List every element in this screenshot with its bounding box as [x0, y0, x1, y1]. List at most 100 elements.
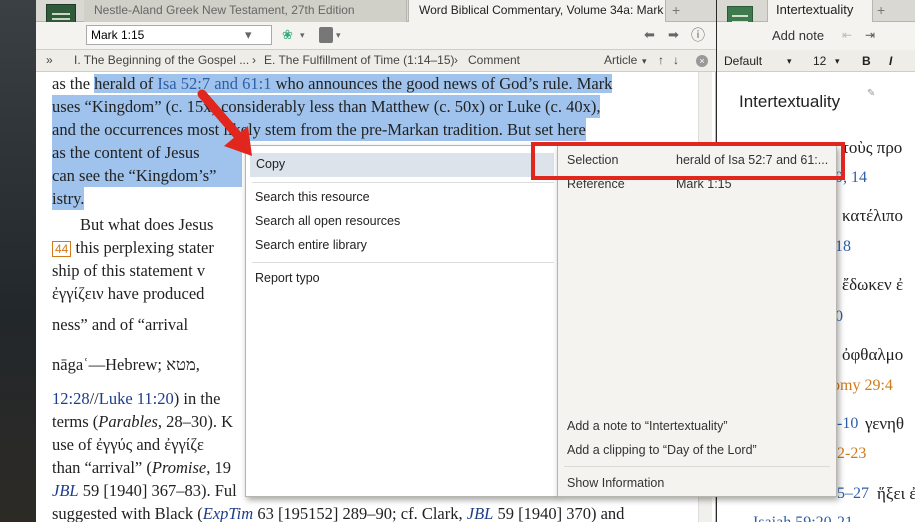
text-run: than “arrival” ( — [52, 458, 152, 477]
greek-text: ἥξει ἐ — [877, 484, 915, 503]
menu-item-report-typo[interactable]: Report typo — [255, 271, 320, 285]
indent-icon[interactable]: ⇥ — [865, 28, 875, 42]
bold-button[interactable]: B — [862, 54, 871, 68]
selected-text[interactable]: and the occurrences most likely stem fro… — [52, 118, 586, 141]
menu-item-search-resource[interactable]: Search this resource — [255, 190, 370, 204]
breadcrumb-item[interactable]: I. The Beginning of the Gospel ... — [74, 53, 249, 67]
journal-link[interactable]: JBL — [467, 504, 494, 522]
greek-text: τοὺς προ — [842, 138, 903, 157]
context-menu: Copy Search this resource Search all ope… — [245, 145, 558, 497]
new-tab-icon[interactable]: + — [877, 2, 885, 18]
callout-highlight-box — [531, 142, 845, 180]
add-note-item[interactable]: Add a note to “Intertextuality” — [567, 419, 728, 433]
add-note-button[interactable]: Add note — [772, 28, 824, 43]
italic-button[interactable]: I — [889, 54, 892, 68]
menu-divider — [252, 182, 554, 183]
visual-filters-icon[interactable]: ❀ — [282, 27, 293, 43]
text-run: 59 [1940] 370) and — [493, 504, 625, 522]
text-run: ) in the — [173, 389, 221, 408]
font-dropdown[interactable]: Default — [724, 54, 762, 68]
text-run: suggested with Black ( — [52, 504, 203, 522]
close-icon[interactable]: × — [696, 55, 708, 67]
page-marker[interactable]: 44 — [52, 241, 72, 257]
desktop-background — [0, 0, 36, 522]
breadcrumb-item[interactable]: E. The Fulfillment of Time (1:14–15) — [264, 53, 455, 67]
breadcrumb-expand-icon[interactable]: » — [46, 53, 53, 67]
add-clipping-item[interactable]: Add a clipping to “Day of the Lord” — [567, 443, 757, 457]
text-run: , 19 — [206, 458, 231, 477]
tab-intertextuality[interactable]: Intertextuality — [767, 0, 873, 22]
scripture-link[interactable]: 18 — [835, 238, 851, 256]
notes-toolbar: Add note ⇤ ⇥ — [717, 22, 915, 50]
view-dropdown-icon[interactable]: ▾ — [642, 56, 647, 67]
book-title: Promise — [151, 458, 207, 477]
scripture-link[interactable]: omy 29:4 — [832, 377, 893, 395]
scripture-link[interactable]: 12:28 — [52, 389, 90, 408]
menu-item-search-open[interactable]: Search all open resources — [255, 214, 400, 228]
paragraph-text: nāgaʿ—Hebrew; מטא, — [52, 355, 200, 374]
scripture-link[interactable]: 5–27 — [837, 485, 869, 503]
selected-text[interactable]: can see the “Kingdom’s” — [52, 164, 242, 187]
parallel-dropdown-icon[interactable]: ▾ — [336, 30, 341, 41]
menu-item-copy[interactable]: Copy — [250, 153, 554, 177]
selected-text[interactable]: istry. — [52, 187, 85, 210]
journal-link[interactable]: JBL — [52, 481, 79, 500]
text-run: as the — [52, 74, 95, 93]
back-arrow-icon[interactable]: ⬅ — [644, 27, 655, 43]
scripture-link[interactable]: Luke 11:20 — [99, 389, 174, 408]
greek-text: ἔδωκεν ἐ — [842, 275, 904, 294]
greek-text: κατέλιπο — [842, 206, 903, 225]
resource-toolbar: ▾ ❀ ▾ ▾ ⬅ ➡ ⓘ — [36, 22, 716, 50]
paragraph-text: ness” and of “arrival — [52, 315, 189, 334]
tab-nestle-aland[interactable]: Nestle-Aland Greek New Testament, 27th E… — [84, 0, 407, 22]
text-run: 59 [1940] 367–83). Ful — [78, 481, 237, 500]
paragraph-text: But what does Jesus — [80, 215, 214, 234]
callout-arrow-icon — [197, 89, 252, 156]
menu-divider — [252, 262, 554, 263]
text-run: , 28–30). K — [157, 412, 234, 431]
text-run: 63 [195152] 289–90; cf. Clark, — [253, 504, 467, 522]
format-bar: Default ▾ 12 ▾ B I — [717, 50, 915, 72]
paragraph-text: use of ἐγγύς and ἐγγίζε — [52, 435, 204, 454]
breadcrumb-item[interactable]: Comment — [468, 53, 520, 67]
text-run: terms ( — [52, 412, 99, 431]
breadcrumb-separator-icon: › — [252, 53, 256, 67]
journal-link[interactable]: ExpTim — [203, 504, 253, 522]
text-run: this perplexing stater — [71, 238, 214, 257]
menu-item-search-library[interactable]: Search entire library — [255, 238, 367, 252]
book-title: Parables — [98, 412, 158, 431]
note-title[interactable]: Intertextuality — [739, 92, 840, 112]
show-information-item[interactable]: Show Information — [567, 476, 664, 490]
text-run: // — [89, 389, 99, 408]
outdent-icon[interactable]: ⇤ — [842, 28, 852, 42]
paragraph-text: ship of this statement v — [52, 261, 206, 280]
breadcrumb-separator-icon: › — [454, 53, 458, 67]
scroll-up-icon[interactable]: ↑ — [658, 53, 664, 67]
scripture-link[interactable]: -10 — [837, 415, 858, 433]
menu-divider — [564, 466, 830, 467]
selected-text[interactable]: uses “Kingdom” (c. 15x) considerably les… — [52, 95, 601, 118]
tab-bar: Nestle-Aland Greek New Testament, 27th E… — [36, 0, 716, 22]
size-dropdown-icon[interactable]: ▾ — [835, 56, 840, 67]
scripture-link[interactable]: Isaiah 59:20-21 — [753, 514, 853, 522]
info-icon[interactable]: ⓘ — [691, 25, 705, 45]
filters-dropdown-icon[interactable]: ▾ — [300, 30, 305, 41]
greek-text: γενηθ — [865, 414, 905, 433]
tab-wbc-mark[interactable]: Word Biblical Commentary, Volume 34a: Ma… — [408, 0, 666, 22]
breadcrumb: » I. The Beginning of the Gospel ... › E… — [36, 50, 716, 72]
scripture-link[interactable]: 2-23 — [837, 445, 866, 463]
forward-arrow-icon[interactable]: ➡ — [668, 27, 679, 43]
new-tab-icon[interactable]: + — [672, 2, 680, 18]
view-mode-dropdown[interactable]: Article — [604, 53, 637, 67]
selected-text[interactable]: herald of — [94, 74, 158, 93]
parallel-resources-icon[interactable] — [319, 27, 333, 43]
paragraph-text: ἐγγίζειν have produced — [52, 284, 205, 303]
greek-text: ὀφθαλμο — [842, 345, 904, 364]
font-size-dropdown[interactable]: 12 — [813, 54, 826, 68]
selection-submenu: Selection herald of Isa 52:7 and 61:... … — [557, 145, 837, 497]
reference-dropdown-icon[interactable]: ▾ — [245, 27, 252, 43]
selected-text[interactable]: who announces the good news of God’s rul… — [271, 74, 613, 93]
edit-icon[interactable]: ✎ — [867, 88, 875, 99]
scroll-down-icon[interactable]: ↓ — [673, 53, 679, 67]
font-dropdown-icon[interactable]: ▾ — [787, 56, 792, 67]
